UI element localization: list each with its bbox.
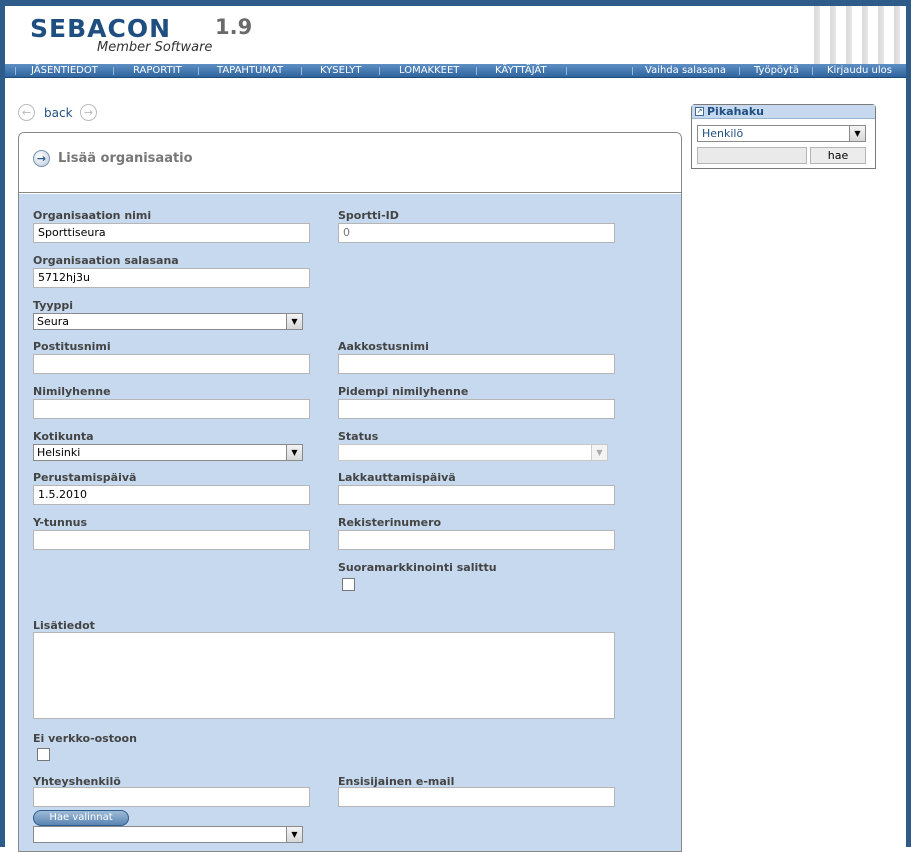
closed-label: Lakkauttamispäivä bbox=[338, 471, 456, 484]
home-town-select-value: Helsinki bbox=[37, 446, 81, 459]
closed-input[interactable] bbox=[338, 485, 615, 505]
nav-separator bbox=[379, 67, 380, 75]
nav-separator bbox=[566, 67, 567, 75]
nav-item-tapahtumat[interactable]: TAPAHTUMAT bbox=[217, 64, 283, 78]
nav-separator bbox=[198, 67, 199, 75]
org-password-input[interactable]: 5712hj3u bbox=[33, 268, 310, 288]
home-town-label: Kotikunta bbox=[33, 430, 94, 443]
quick-search-select-value: Henkilö bbox=[702, 127, 744, 140]
main-nav: JÄSENTIEDOT RAPORTIT TAPAHTUMAT KYSELYT … bbox=[5, 64, 906, 78]
quick-search-select[interactable]: Henkilö ▼ bbox=[697, 125, 866, 142]
org-name-label: Organisaation nimi bbox=[33, 209, 152, 222]
org-password-label: Organisaation salasana bbox=[33, 254, 179, 267]
triangle-down-icon[interactable]: ▼ bbox=[286, 445, 302, 460]
nav-item-jasentiedot[interactable]: JÄSENTIEDOT bbox=[31, 64, 98, 78]
register-number-input[interactable] bbox=[338, 530, 615, 550]
register-number-label: Rekisterinumero bbox=[338, 516, 442, 529]
short-name-input[interactable] bbox=[33, 399, 310, 419]
quick-search-title: Pikahaku bbox=[707, 105, 764, 118]
window-frame-left bbox=[0, 0, 5, 847]
header-decoration bbox=[806, 6, 906, 64]
extra-info-label: Lisätiedot bbox=[33, 619, 95, 632]
nav-separator bbox=[812, 67, 813, 75]
nav-separator bbox=[301, 67, 302, 75]
status-label: Status bbox=[338, 430, 379, 443]
panel-title-bar: → Lisää organisaatio bbox=[19, 133, 681, 193]
founded-input[interactable]: 1.5.2010 bbox=[33, 485, 310, 505]
alpha-name-label: Aakkostusnimi bbox=[338, 340, 429, 353]
type-label: Tyyppi bbox=[33, 299, 74, 312]
window-icon: ↗ bbox=[695, 107, 704, 116]
window-frame-right bbox=[906, 0, 911, 847]
nav-item-kyselyt[interactable]: KYSELYT bbox=[320, 64, 361, 78]
nav-separator bbox=[15, 67, 16, 75]
sportti-id-label: Sportti-ID bbox=[338, 209, 399, 222]
quick-search-button[interactable]: hae bbox=[810, 147, 866, 164]
alpha-name-input[interactable] bbox=[338, 354, 615, 374]
long-short-name-label: Pidempi nimilyhenne bbox=[338, 385, 469, 398]
quick-search-panel: ↗ Pikahaku Henkilö ▼ hae bbox=[691, 104, 876, 169]
contact-person-input[interactable] bbox=[33, 787, 310, 807]
logo-subtitle: Member Software bbox=[97, 40, 213, 55]
primary-email-input[interactable] bbox=[338, 787, 615, 807]
y-tunnus-label: Y-tunnus bbox=[33, 516, 88, 529]
direct-marketing-label: Suoramarkkinointi salittu bbox=[338, 561, 497, 574]
nav-item-raportit[interactable]: RAPORTIT bbox=[133, 64, 182, 78]
long-short-name-input[interactable] bbox=[338, 399, 615, 419]
status-select[interactable]: ▼ bbox=[338, 444, 608, 461]
sportti-id-input[interactable]: 0 bbox=[338, 223, 615, 243]
logo-text: SEBACON bbox=[30, 14, 172, 43]
org-name-input[interactable]: Sporttiseura bbox=[33, 223, 310, 243]
fetch-options-button[interactable]: Hae valinnat bbox=[33, 810, 129, 826]
triangle-down-icon[interactable]: ▼ bbox=[286, 314, 302, 329]
nav-separator bbox=[632, 67, 633, 75]
nav-separator bbox=[739, 67, 740, 75]
nav-item-lomakkeet[interactable]: LOMAKKEET bbox=[399, 64, 459, 78]
quick-search-input[interactable] bbox=[697, 147, 807, 164]
nav-item-logout[interactable]: Kirjaudu ulos bbox=[827, 64, 892, 78]
nav-separator bbox=[113, 67, 114, 75]
back-link[interactable]: back bbox=[44, 106, 73, 120]
type-select[interactable]: Seura ▼ bbox=[33, 313, 303, 330]
direct-marketing-checkbox[interactable] bbox=[342, 578, 355, 591]
postal-name-input[interactable] bbox=[33, 354, 310, 374]
triangle-down-icon[interactable]: ▼ bbox=[286, 827, 302, 842]
short-name-label: Nimilyhenne bbox=[33, 385, 111, 398]
postal-name-label: Postitusnimi bbox=[33, 340, 111, 353]
page-title: Lisää organisaatio bbox=[58, 151, 193, 166]
app-header: SEBACON 1.9 Member Software bbox=[5, 6, 906, 64]
extra-info-textarea[interactable] bbox=[33, 632, 615, 719]
nav-item-kayttajat[interactable]: KÄYTTÄJÄT bbox=[495, 64, 547, 78]
arrow-left-circle-icon[interactable]: ← bbox=[18, 104, 35, 121]
contact-person-select[interactable]: ▼ bbox=[33, 826, 303, 843]
triangle-down-icon: ▼ bbox=[591, 445, 607, 460]
no-web-purchase-checkbox[interactable] bbox=[37, 748, 50, 761]
arrow-right-circle-icon[interactable]: → bbox=[80, 104, 97, 121]
nav-item-desktop[interactable]: Työpöytä bbox=[754, 64, 799, 78]
quick-search-header: ↗ Pikahaku bbox=[692, 105, 875, 119]
logo-version: 1.9 bbox=[215, 15, 253, 39]
nav-separator bbox=[476, 67, 477, 75]
arrow-right-circle-icon: → bbox=[33, 150, 50, 167]
no-web-purchase-label: Ei verkko-ostoon bbox=[33, 732, 137, 745]
nav-item-change-password[interactable]: Vaihda salasana bbox=[645, 64, 726, 78]
y-tunnus-input[interactable] bbox=[33, 530, 310, 550]
home-town-select[interactable]: Helsinki ▼ bbox=[33, 444, 303, 461]
type-select-value: Seura bbox=[37, 315, 69, 328]
triangle-down-icon[interactable]: ▼ bbox=[849, 126, 865, 141]
founded-label: Perustamispäivä bbox=[33, 471, 137, 484]
